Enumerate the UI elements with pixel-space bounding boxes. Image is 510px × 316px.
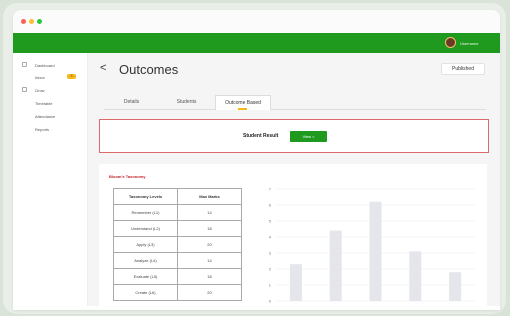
bar — [449, 272, 462, 301]
bar — [409, 251, 422, 301]
y-tick-label: 7 — [269, 187, 272, 192]
y-tick-label: 6 — [269, 203, 272, 208]
y-tick-label: 4 — [269, 235, 272, 240]
blooms-bar-chart: 0 1 2 3 4 5 6 7 — [269, 187, 475, 304]
y-tick-label: 2 — [269, 267, 272, 272]
bar — [329, 230, 342, 301]
y-tick-label: 1 — [269, 283, 272, 288]
y-tick-label: 0 — [269, 299, 272, 304]
bar — [369, 201, 382, 301]
bar — [289, 264, 302, 301]
y-tick-label: 3 — [269, 251, 272, 256]
y-tick-label: 5 — [269, 219, 272, 224]
